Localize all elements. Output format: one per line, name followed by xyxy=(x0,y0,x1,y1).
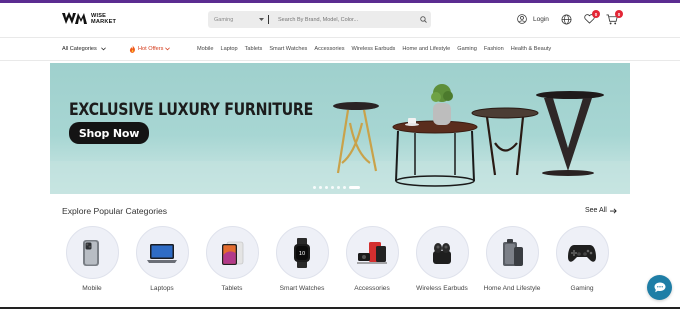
category-label: Home And Lifestyle xyxy=(483,285,541,292)
category-label: Tablets xyxy=(221,285,243,292)
category-label: Smart Watches xyxy=(279,285,325,292)
arrow-right-icon xyxy=(609,208,617,213)
category-item-tablets[interactable]: Tablets xyxy=(202,226,262,294)
category-nav: All Categories Hot Offers Mobile Laptop … xyxy=(0,37,680,61)
carousel-dot-active[interactable] xyxy=(349,186,360,189)
nav-link-laptop[interactable]: Laptop xyxy=(220,46,237,52)
category-item-home-lifestyle[interactable]: Home And Lifestyle xyxy=(482,226,542,294)
tablet-icon xyxy=(222,241,244,265)
chevron-down-icon xyxy=(165,47,171,51)
login-button[interactable]: Login xyxy=(517,14,549,24)
carousel-dot[interactable] xyxy=(337,186,340,189)
login-label: Login xyxy=(533,15,549,23)
category-label: Wireless Earbuds xyxy=(416,285,468,292)
search-bar: Gaming xyxy=(208,11,431,28)
category-label: Laptops xyxy=(150,285,174,292)
carousel-dots xyxy=(313,186,360,189)
carousel-dot[interactable] xyxy=(343,186,346,189)
caret-down-icon xyxy=(259,18,264,21)
site-logo[interactable]: WISE MARKET xyxy=(62,12,116,25)
category-list: Mobile Laptops Tablets 10 Smart Watches … xyxy=(62,226,612,294)
search-category-select[interactable]: Gaming xyxy=(208,11,268,28)
category-circle: 10 xyxy=(275,226,329,279)
shop-now-button[interactable]: Shop Now xyxy=(69,122,149,144)
category-circle xyxy=(135,226,189,279)
banner-title: EXCLUSIVE LUXURY FURNITURE xyxy=(69,100,314,119)
nav-links: Mobile Laptop Tablets Smart Watches Acce… xyxy=(197,46,551,52)
search-input[interactable] xyxy=(269,11,415,28)
compare-button[interactable] xyxy=(561,14,572,25)
all-categories-label: All Categories xyxy=(62,46,97,52)
wishlist-count-badge: 0 xyxy=(592,10,600,18)
category-item-smart-watches[interactable]: 10 Smart Watches xyxy=(272,226,332,294)
cart-button[interactable]: 0 xyxy=(606,10,623,25)
wishlist-button[interactable]: 0 xyxy=(584,10,600,24)
nav-link-wireless-earbuds[interactable]: Wireless Earbuds xyxy=(352,46,396,52)
category-label: Mobile xyxy=(82,285,102,292)
section-title: Explore Popular Categories xyxy=(62,206,168,216)
hot-offers-dropdown[interactable]: Hot Offers xyxy=(129,45,171,53)
user-icon xyxy=(517,14,527,24)
gamepad-icon xyxy=(568,244,596,262)
carousel-dot[interactable] xyxy=(319,186,322,189)
category-circle xyxy=(205,226,259,279)
search-category-value: Gaming xyxy=(214,16,234,23)
phone-icon xyxy=(83,239,99,266)
fire-icon xyxy=(129,45,135,53)
nav-link-tablets[interactable]: Tablets xyxy=(245,46,263,52)
search-icon xyxy=(419,16,427,23)
carousel-dot[interactable] xyxy=(325,186,328,189)
chevron-down-icon xyxy=(100,47,106,51)
cart-count-badge: 0 xyxy=(615,10,623,18)
svg-text:10: 10 xyxy=(299,251,305,257)
nav-link-smart-watches[interactable]: Smart Watches xyxy=(269,46,307,52)
nav-link-accessories[interactable]: Accessories xyxy=(314,46,344,52)
category-circle xyxy=(345,226,399,279)
search-button[interactable] xyxy=(415,11,431,28)
laptop-icon xyxy=(147,243,177,263)
accessories-icon xyxy=(357,241,387,264)
logo-text-line2: MARKET xyxy=(91,18,117,25)
nav-link-mobile[interactable]: Mobile xyxy=(197,46,213,52)
nav-link-gaming[interactable]: Gaming xyxy=(457,46,477,52)
smartwatch-icon: 10 xyxy=(294,237,310,268)
all-categories-dropdown[interactable]: All Categories xyxy=(62,46,106,52)
home-lifestyle-icon xyxy=(503,238,523,266)
nav-link-home-lifestyle[interactable]: Home and Lifestyle xyxy=(402,46,450,52)
category-circle xyxy=(65,226,119,279)
nav-link-health-beauty[interactable]: Health & Beauty xyxy=(511,46,551,52)
nav-link-fashion[interactable]: Fashion xyxy=(484,46,504,52)
earbuds-icon xyxy=(433,242,451,264)
category-item-mobile[interactable]: Mobile xyxy=(62,226,122,294)
category-circle xyxy=(415,226,469,279)
logo-mark-icon xyxy=(62,12,87,24)
category-item-gaming[interactable]: Gaming xyxy=(552,226,612,294)
carousel-dot[interactable] xyxy=(313,186,316,189)
hot-offers-label: Hot Offers xyxy=(138,46,164,52)
category-item-wireless-earbuds[interactable]: Wireless Earbuds xyxy=(412,226,472,294)
chat-icon xyxy=(654,282,665,293)
category-label: Accessories xyxy=(354,285,390,292)
chat-widget-button[interactable] xyxy=(647,275,672,300)
see-all-link[interactable]: See All xyxy=(585,207,617,214)
globe-icon xyxy=(561,14,572,25)
category-label: Gaming xyxy=(570,285,594,292)
category-item-accessories[interactable]: Accessories xyxy=(342,226,402,294)
category-circle xyxy=(555,226,609,279)
site-header: WISE MARKET Gaming Login xyxy=(0,3,680,37)
see-all-label: See All xyxy=(585,207,607,214)
category-circle xyxy=(485,226,539,279)
category-item-laptops[interactable]: Laptops xyxy=(132,226,192,294)
logo-text: WISE MARKET xyxy=(91,13,116,25)
hero-banner[interactable]: EXCLUSIVE LUXURY FURNITURE Shop Now xyxy=(50,63,630,194)
carousel-dot[interactable] xyxy=(331,186,334,189)
